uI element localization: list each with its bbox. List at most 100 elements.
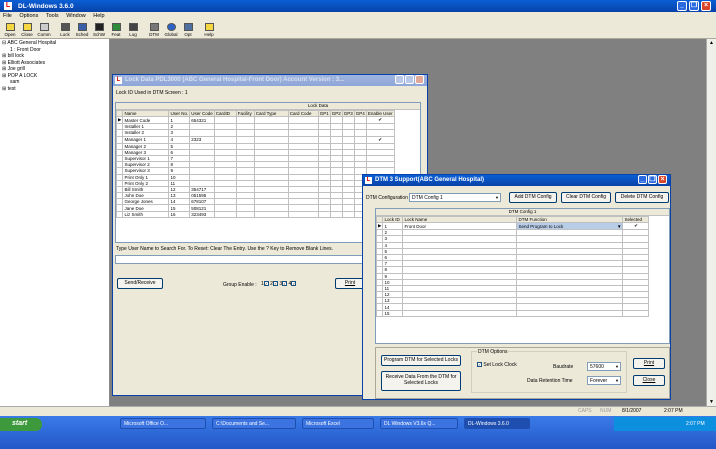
lock-button[interactable]: Lock [57,22,73,38]
task-dl-windows-active[interactable]: DL-Windows 3.6.0 [464,418,530,429]
start-button[interactable]: start [0,418,42,431]
menu-options[interactable]: Options [19,13,38,19]
task-documents[interactable]: C:\Documents and Se... [212,418,296,429]
scroll-down-icon[interactable]: ▼ [709,399,714,405]
menu-tools[interactable]: Tools [46,13,59,19]
empty-cell[interactable] [353,116,367,125]
add-dtm-config-button[interactable]: Add DTM Config [509,192,557,203]
baudrate-select[interactable]: 57600 [587,362,621,371]
retention-select[interactable]: Forever [587,376,621,385]
name-cell[interactable]: Master Code [122,116,170,125]
empty-cell[interactable] [287,135,319,144]
empty-cell[interactable] [329,135,343,144]
dtm-function-cell[interactable] [516,309,624,317]
col-facility[interactable]: Facility [235,109,255,118]
empty-cell[interactable] [213,116,237,125]
receive-dtm-button[interactable]: Receive Data From the DTM for Selected L… [381,371,461,391]
empty-cell[interactable] [213,210,237,218]
menu-file[interactable]: File [3,13,12,19]
table-row[interactable]: 15 [376,309,650,317]
empty-cell[interactable] [317,210,331,218]
task-dl-windows-q[interactable]: DL Windows V3.6x Q... [380,418,458,429]
lock-data-minimize-icon[interactable] [395,75,404,84]
empty-cell[interactable] [317,116,331,125]
group-1-checkbox[interactable]: ✓ [263,281,269,287]
empty-cell[interactable] [235,210,255,218]
col-gp2[interactable]: GP2 [329,109,343,118]
group-4-checkbox[interactable]: ✓ [291,281,297,287]
name-cell[interactable]: Liz Smith [122,210,170,218]
empty-cell[interactable] [329,210,343,218]
schw-button[interactable]: SchW [91,22,107,38]
empty-cell[interactable] [213,135,237,144]
name-cell[interactable]: Manager 1 [122,135,170,144]
dtm-button[interactable]: DTM [146,22,162,38]
open-button[interactable]: Open [2,22,18,38]
empty-cell[interactable] [329,116,343,125]
empty-cell[interactable] [341,210,355,218]
table-row[interactable]: Liz Smith 16 323493 [116,210,395,218]
empty-cell[interactable] [341,116,355,125]
chevron-down-icon[interactable]: ▼ [617,224,621,229]
lock-name-cell[interactable] [402,309,518,317]
minimize-icon[interactable]: _ [677,1,687,11]
user-code-cell[interactable]: 654321 [189,116,215,125]
program-dtm-button[interactable]: Program DTM for Selected Locks [381,355,461,366]
close-icon[interactable]: × [701,1,711,11]
comm-button[interactable]: Comm [36,22,52,38]
menu-window[interactable]: Window [66,13,86,19]
col-lock-id[interactable]: Lock ID [382,215,404,224]
dtm-close-icon[interactable]: × [658,175,667,184]
table-row[interactable]: Manager 1 4 2323 ✔ [116,135,395,144]
empty-cell[interactable] [253,135,289,144]
dtm-config-select[interactable]: DTM Config 1 [409,193,501,202]
empty-cell[interactable] [253,116,289,125]
dtm-function-cell[interactable]: Send Program to Lock ▼ [516,222,624,231]
global-button[interactable]: Global [163,22,179,38]
set-clock-checkbox[interactable]: ✓ [477,362,482,368]
empty-cell[interactable] [341,135,355,144]
selected-cell[interactable]: ✔ [622,222,650,231]
user-code-cell[interactable]: 323493 [189,210,215,218]
feat-button[interactable]: Feat [108,22,124,38]
lock-data-close-icon[interactable] [415,75,424,84]
help-button[interactable]: Help [201,22,217,38]
empty-cell[interactable] [317,135,331,144]
empty-cell[interactable] [353,135,367,144]
table-row[interactable]: ▶ 1 Front Door Send Program to Lock ▼ ✔ [376,222,650,231]
dtm-minimize-icon[interactable]: _ [638,175,647,184]
tree-item-test[interactable]: ⊞ test [2,86,107,93]
lock-name-cell[interactable]: Front Door [402,222,518,231]
clear-dtm-config-button[interactable]: Clear DTM Config [561,192,611,203]
enable-user-cell[interactable]: ✔ [365,116,395,125]
menu-help[interactable]: Help [93,13,104,19]
empty-cell[interactable] [287,210,319,218]
selected-cell[interactable] [622,309,650,317]
col-user-no[interactable]: User No. [168,109,191,118]
table-row[interactable]: ▶ Master Code 1 654321 ✔ [116,116,395,125]
empty-cell[interactable] [235,135,255,144]
empty-cell[interactable] [253,210,289,218]
delete-dtm-config-button[interactable]: Delete DTM Config [615,192,669,203]
enable-user-cell[interactable]: ✔ [365,135,395,144]
log-button[interactable]: Log [125,22,141,38]
task-office[interactable]: Microsoft Office O... [120,418,206,429]
lock-data-restore-icon[interactable] [405,75,414,84]
opt-button[interactable]: Opt [180,22,196,38]
scroll-up-icon[interactable]: ▲ [709,40,714,46]
sched-button[interactable]: Sched [74,22,90,38]
dtm-restore-icon[interactable]: ❐ [648,175,657,184]
empty-cell[interactable] [287,116,319,125]
group-2-checkbox[interactable]: ✓ [272,281,278,287]
col-enable-user[interactable]: Enable User [365,109,395,118]
empty-cell[interactable] [235,116,255,125]
main-scrollbar[interactable]: ▲ ▼ [706,39,716,406]
user-code-cell[interactable]: 2323 [189,135,215,144]
dtm-print-button[interactable]: Print [633,358,665,369]
restore-icon[interactable]: ❐ [689,1,699,11]
close-button[interactable]: Close [19,22,35,38]
group-3-checkbox[interactable]: ✓ [282,281,288,287]
dtm-grid[interactable]: DTM Config 1 Lock ID Lock Name DTM Funct… [375,208,670,344]
col-gp1[interactable]: GP1 [317,109,331,118]
task-excel[interactable]: Microsoft Excel [302,418,374,429]
